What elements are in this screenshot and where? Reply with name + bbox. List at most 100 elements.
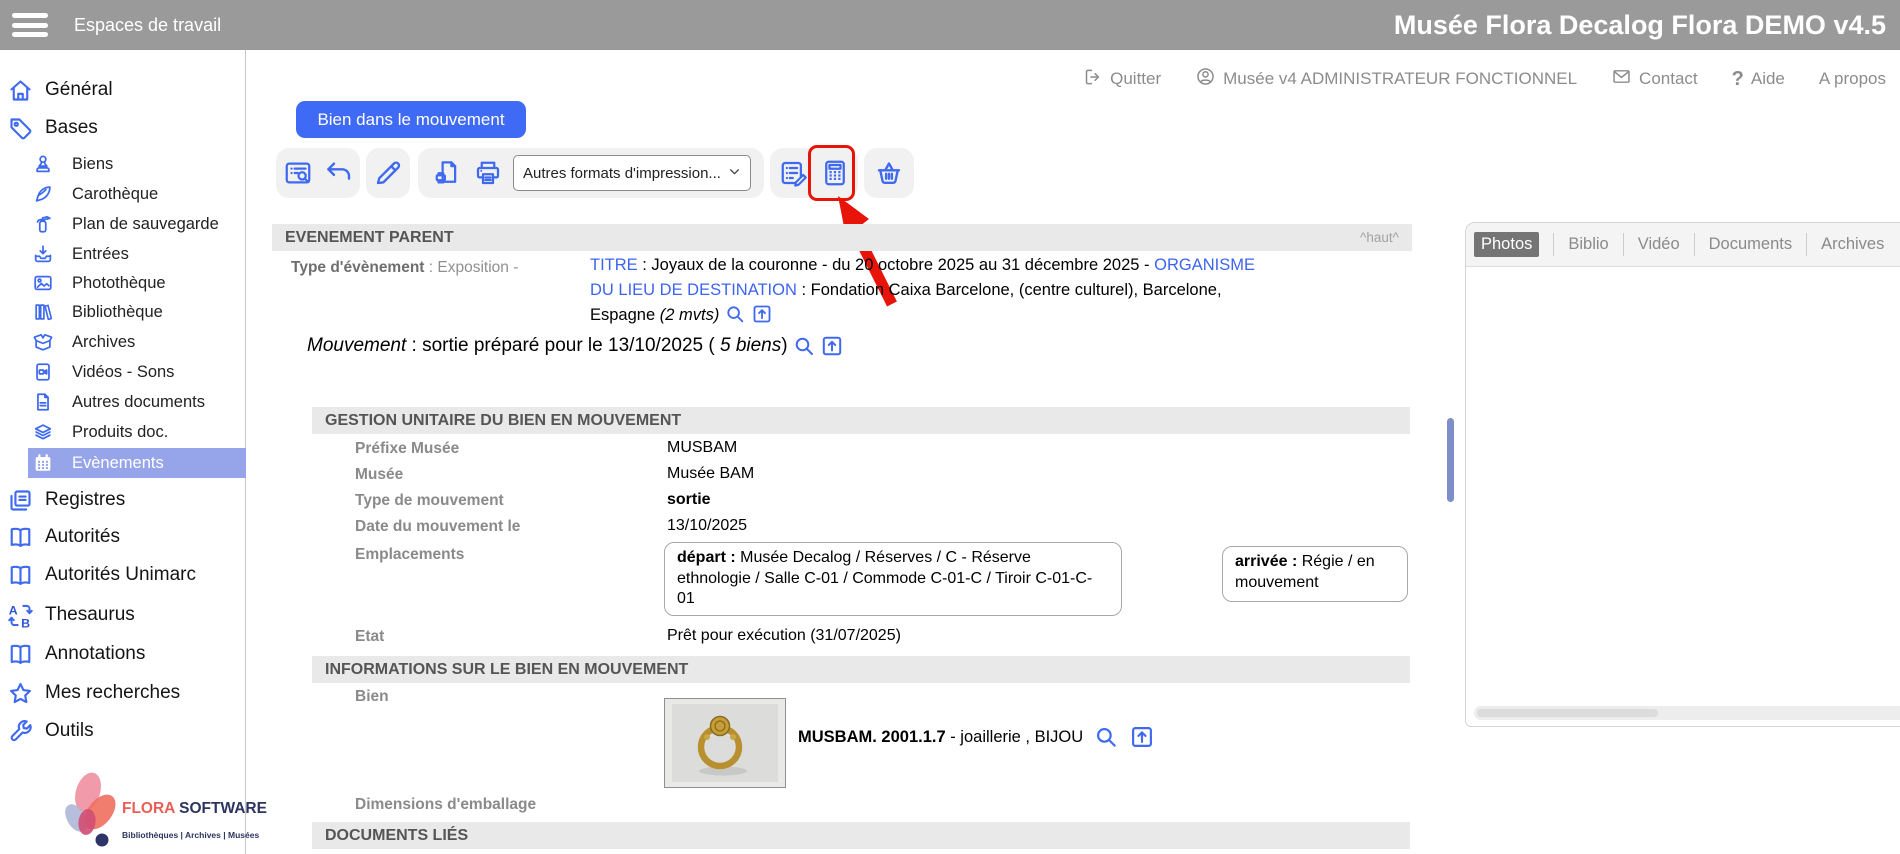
flora-software-logo: FLORA SOFTWARE Bibliothèques | Archives … <box>0 768 246 854</box>
tab-video[interactable]: Vidéo <box>1623 233 1694 256</box>
media-panel-tabs: Photos Biblio Vidéo Documents Archives <box>1466 223 1900 267</box>
field-label-prefixe-musee: Préfixe Musée <box>355 440 459 458</box>
section-title: DOCUMENTS LIÉS <box>325 827 468 845</box>
tab-biblio[interactable]: Biblio <box>1553 233 1622 256</box>
tab-archives[interactable]: Archives <box>1806 233 1898 256</box>
sidebar-item-thesaurus[interactable]: AB Thesaurus <box>0 596 246 634</box>
sidebar-item-autres-documents[interactable]: Autres documents <box>0 387 246 417</box>
chevron-down-icon <box>728 165 741 182</box>
print-format-select-value: Autres formats d'impression... <box>523 165 721 182</box>
field-value-date-mouvement: 13/10/2025 <box>667 517 747 535</box>
sidebar-item-label: Annotations <box>45 643 145 665</box>
undo-button[interactable] <box>323 156 355 190</box>
sidebar-item-produits-doc[interactable]: Produits doc. <box>0 417 246 447</box>
hamburger-menu-icon[interactable] <box>12 9 48 42</box>
section-title: EVENEMENT PARENT <box>285 229 454 247</box>
tag-icon <box>5 115 35 142</box>
home-icon <box>5 77 35 104</box>
sidebar-item-registres[interactable]: Registres <box>0 481 246 519</box>
toolbar-group-edit <box>366 148 410 198</box>
sidebar-item-biens[interactable]: Biens <box>0 149 246 179</box>
print-page-button[interactable] <box>431 156 463 190</box>
stamp-icon <box>31 153 55 175</box>
edit-pencil-button[interactable] <box>372 156 404 190</box>
flora-flower-icon <box>50 768 122 854</box>
basket-button[interactable] <box>873 156 905 190</box>
sidebar-item-outils[interactable]: Outils <box>0 712 246 750</box>
app-title: Musée Flora Decalog Flora DEMO v4.5 <box>1394 0 1886 50</box>
sidebar-item-label: Photothèque <box>72 274 166 293</box>
open-record-icon[interactable] <box>1129 724 1155 750</box>
toolbar-group-print: Autres formats d'impression... <box>418 148 764 198</box>
sidebar-item-general[interactable]: Général <box>0 71 246 109</box>
apropos-link[interactable]: A propos <box>1819 69 1886 89</box>
tab-documents[interactable]: Documents <box>1694 233 1806 256</box>
sidebar-item-label: Archives <box>72 333 135 352</box>
sidebar-item-entrees[interactable]: Entrées <box>0 239 246 269</box>
printer-button[interactable] <box>472 156 504 190</box>
sidebar-item-bibliotheque[interactable]: Bibliothèque <box>0 297 246 327</box>
toolbar-group-forms <box>770 148 858 198</box>
toolbar-group-basket <box>864 148 914 198</box>
field-label-bien: Bien <box>355 688 389 706</box>
print-format-select[interactable]: Autres formats d'impression... <box>513 155 751 191</box>
section-documents-lies: DOCUMENTS LIÉS <box>312 822 1410 849</box>
wrench-icon <box>5 718 35 745</box>
sidebar-item-mes-recherches[interactable]: Mes recherches <box>0 674 246 712</box>
sidebar-item-label: Evènements <box>72 454 164 473</box>
sidebar-item-carotheque[interactable]: Carothèque <box>0 179 246 209</box>
main-scrollbar-thumb[interactable] <box>1447 418 1454 502</box>
sidebar-item-autorites[interactable]: Autorités <box>0 518 246 556</box>
sidebar-item-evenements[interactable]: Evènements <box>28 448 246 478</box>
sidebar-item-label: Carothèque <box>72 185 158 204</box>
tab-photos[interactable]: Photos <box>1474 232 1539 257</box>
bien-photo-thumbnail[interactable] <box>664 698 786 788</box>
layers-icon <box>31 421 55 443</box>
haut-link[interactable]: ^haut^ <box>1360 230 1399 245</box>
application-window: Espaces de travail Musée Flora Decalog F… <box>0 0 1900 854</box>
brand-tagline: Bibliothèques | Archives | Musées <box>122 830 259 840</box>
contact-link[interactable]: Contact <box>1611 66 1698 92</box>
sidebar-item-plan-de-sauvegarde[interactable]: Plan de sauvegarde <box>0 209 246 239</box>
search-icon[interactable] <box>792 334 816 358</box>
media-panel-scrollbar[interactable] <box>1474 706 1900 720</box>
sidebar-item-annotations[interactable]: Annotations <box>0 635 246 673</box>
search-icon[interactable] <box>724 303 746 325</box>
parent-event-line1: TITRE : Joyaux de la couronne - du 20 oc… <box>590 253 1410 278</box>
organisme-link[interactable]: DU LIEU DE DESTINATION <box>590 281 797 299</box>
media-panel: Photos Biblio Vidéo Documents Archives <box>1465 222 1900 727</box>
field-value-prefixe-musee: MUSBAM <box>667 439 737 457</box>
list-search-button[interactable] <box>282 156 314 190</box>
section-title: INFORMATIONS SUR LE BIEN EN MOUVEMENT <box>325 661 688 679</box>
open-record-icon[interactable] <box>820 334 844 358</box>
archive-box-icon <box>31 331 55 353</box>
quitter-button[interactable]: Quitter <box>1083 67 1161 92</box>
checklist-edit-button[interactable] <box>778 156 810 190</box>
bien-reference: MUSBAM. 2001.1.7 <box>798 728 946 747</box>
sidebar-item-phototheque[interactable]: Photothèque <box>0 268 246 298</box>
sidebar-item-label: Registres <box>45 489 125 511</box>
sidebar-item-archives[interactable]: Archives <box>0 327 246 357</box>
user-menu[interactable]: Musée v4 ADMINISTRATEUR FONCTIONNEL <box>1195 66 1577 92</box>
field-label-emplacements: Emplacements <box>355 546 464 564</box>
emplacement-arrivee-box: arrivée : Régie / en mouvement <box>1222 546 1408 602</box>
file-icon <box>31 391 55 413</box>
workspace-label: Espaces de travail <box>74 15 221 36</box>
calculator-button[interactable] <box>819 156 851 190</box>
sidebar-item-videos-sons[interactable]: Vidéos - Sons <box>0 357 246 387</box>
titre-link[interactable]: TITRE <box>590 256 638 274</box>
section-gestion-unitaire: GESTION UNITAIRE DU BIEN EN MOUVEMENT <box>312 407 1410 434</box>
inbox-download-icon <box>31 243 55 265</box>
open-record-icon[interactable] <box>751 303 773 325</box>
sidebar-item-label: Entrées <box>72 245 129 264</box>
sidebar-item-label: Autres documents <box>72 393 205 412</box>
sidebar-item-autorites-unimarc[interactable]: Autorités Unimarc <box>0 556 246 594</box>
logout-icon <box>1083 67 1103 92</box>
aide-link[interactable]: ? Aide <box>1732 68 1785 91</box>
media-panel-scrollbar-thumb[interactable] <box>1477 709 1658 717</box>
search-icon[interactable] <box>1093 724 1119 750</box>
record-tab-bien-dans-le-mouvement[interactable]: Bien dans le mouvement <box>296 101 526 138</box>
sidebar-item-bases[interactable]: Bases <box>0 109 246 147</box>
svg-text:B: B <box>21 616 30 629</box>
organisme-link[interactable]: ORGANISME <box>1154 256 1255 274</box>
